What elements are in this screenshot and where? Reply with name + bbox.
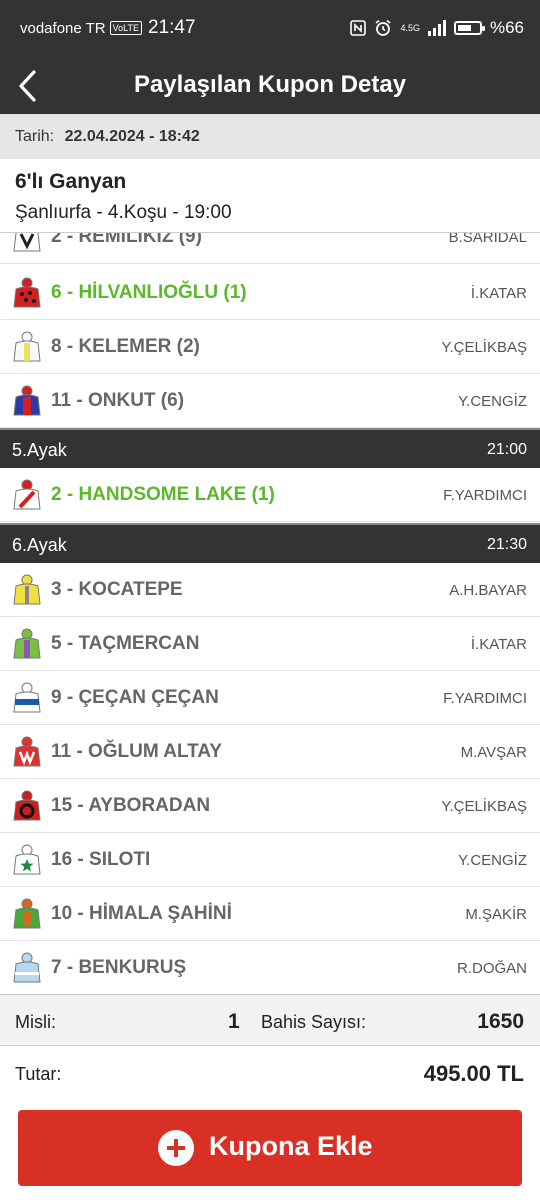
jockey-silk-icon	[13, 736, 41, 767]
horse-name: 8 - KELEMER (2)	[51, 336, 200, 357]
status-bar: vodafone TR VoLTE 21:47 4.5G %66	[0, 0, 540, 58]
date-value: 22.04.2024 - 18:42	[64, 128, 200, 145]
runner-row: 15 - AYBORADAN Y.ÇELİKBAŞ	[0, 779, 540, 833]
status-left: vodafone TR VoLTE 21:47	[20, 17, 196, 39]
coupon-summary: Misli: 1 Bahis Sayısı: 1650	[0, 994, 540, 1046]
volte-badge: VoLTE	[109, 21, 142, 35]
race-info: Şanlıurfa - 4.Koşu - 19:00	[15, 202, 232, 223]
jockey-name: İ.KATAR	[470, 285, 527, 302]
jockey-silk-icon	[13, 898, 41, 929]
total-row: Tutar: 495.00 TL	[0, 1046, 540, 1102]
runner-list[interactable]: 2 - REMILIKIZ (9) B.SARIDAL 6 - HİLVANLI…	[0, 232, 540, 994]
date-label: Tarih:	[15, 128, 55, 145]
bet-type: 6'lı Ganyan	[15, 170, 127, 193]
jockey-silk-icon	[13, 479, 41, 510]
signal-icon	[427, 20, 446, 36]
page-title: Paylaşılan Kupon Detay	[133, 71, 407, 98]
horse-name: 7 - BENKURUŞ	[51, 957, 187, 978]
horse-name: 2 - REMILIKIZ (9)	[51, 232, 202, 247]
jockey-silk-icon	[13, 628, 41, 659]
misli-label: Misli:	[15, 1012, 56, 1032]
jockey-silk-icon	[13, 277, 41, 308]
runner-row: 2 - REMILIKIZ (9) B.SARIDAL	[0, 232, 540, 264]
runner-row: 7 - BENKURUŞ R.DOĞAN	[0, 941, 540, 994]
add-to-coupon-button[interactable]: Kupona Ekle	[18, 1110, 522, 1186]
leg-time: 21:00	[486, 441, 527, 458]
add-to-coupon-label: Kupona Ekle	[209, 1131, 373, 1161]
jockey-silk-icon	[13, 385, 41, 416]
horse-name: 5 - TAÇMERCAN	[51, 633, 200, 654]
carrier-name: vodafone TR	[20, 19, 106, 37]
runner-row: 8 - KELEMER (2) Y.ÇELİKBAŞ	[0, 320, 540, 374]
battery-fill	[457, 25, 471, 31]
runner-row: 11 - OĞLUM ALTAY M.AVŞAR	[0, 725, 540, 779]
jockey-silk-icon	[13, 844, 41, 875]
bet-count-value: 1650	[477, 1010, 524, 1033]
jockey-silk-icon	[13, 331, 41, 362]
jockey-name: Y.ÇELİKBAŞ	[441, 339, 527, 356]
bet-count-label: Bahis Sayısı:	[261, 1012, 367, 1032]
battery-percent: %66	[489, 18, 524, 37]
status-clock: 21:47	[147, 17, 196, 38]
horse-name: 3 - KOCATEPE	[51, 579, 183, 600]
battery-icon	[453, 21, 485, 35]
jockey-name: M.AVŞAR	[460, 744, 527, 761]
jockey-name: F.YARDIMCI	[443, 487, 527, 504]
runner-row: 5 - TAÇMERCAN İ.KATAR	[0, 617, 540, 671]
total-value: 495.00 TL	[423, 1061, 524, 1086]
leg-name: 6.Ayak	[12, 535, 67, 555]
leg-header-6: 6.Ayak 21:30	[0, 523, 540, 563]
coupon-date-row: Tarih: 22.04.2024 - 18:42	[0, 114, 540, 159]
runner-row: 16 - SILOTI Y.CENGİZ	[0, 833, 540, 887]
leg-header-5: 5.Ayak 21:00	[0, 428, 540, 468]
horse-name: 11 - OĞLUM ALTAY	[51, 741, 223, 762]
alarm-icon	[375, 19, 391, 36]
jockey-name: M.ŞAKİR	[465, 906, 527, 923]
runner-row: 9 - ÇEÇAN ÇEÇAN F.YARDIMCI	[0, 671, 540, 725]
network-type: 4.5G	[400, 22, 420, 33]
jockey-silk-icon	[13, 952, 41, 983]
jockey-name: A.H.BAYAR	[449, 582, 527, 599]
jockey-name: Y.CENGİZ	[458, 393, 527, 410]
jockey-silk-icon	[13, 574, 41, 605]
jockey-name: B.SARIDAL	[448, 232, 527, 246]
status-right: 4.5G %66	[350, 18, 524, 38]
jockey-silk-icon	[13, 682, 41, 713]
jockey-silk-icon	[13, 233, 41, 252]
horse-name: 6 - HİLVANLIOĞLU (1)	[51, 282, 247, 303]
horse-name: 16 - SILOTI	[51, 849, 151, 870]
leg-name: 5.Ayak	[12, 440, 67, 460]
jockey-name: R.DOĞAN	[456, 960, 527, 977]
misli-value: 1	[228, 1010, 240, 1033]
jockey-silk-icon	[13, 790, 41, 821]
runner-row: 11 - ONKUT (6) Y.CENGİZ	[0, 374, 540, 428]
runner-row: 10 - HİMALA ŞAHİNİ M.ŞAKİR	[0, 887, 540, 941]
horse-name: 15 - AYBORADAN	[51, 795, 211, 816]
horse-name: 9 - ÇEÇAN ÇEÇAN	[51, 687, 219, 708]
plus-circle-icon	[158, 1130, 194, 1166]
jockey-name: İ.KATAR	[470, 636, 527, 653]
horse-name: 11 - ONKUT (6)	[51, 390, 185, 411]
horse-name: 2 - HANDSOME LAKE (1)	[51, 484, 275, 505]
total-label: Tutar:	[15, 1064, 62, 1084]
leg-time: 21:30	[486, 536, 527, 553]
runner-row: 6 - HİLVANLIOĞLU (1) İ.KATAR	[0, 266, 540, 320]
jockey-name: F.YARDIMCI	[443, 690, 527, 707]
bet-info: 6'lı Ganyan Şanlıurfa - 4.Koşu - 19:00	[0, 159, 540, 232]
horse-name: 10 - HİMALA ŞAHİNİ	[51, 903, 232, 924]
runner-row: 3 - KOCATEPE A.H.BAYAR	[0, 563, 540, 617]
runner-row: 2 - HANDSOME LAKE (1) F.YARDIMCI	[0, 468, 540, 522]
nfc-icon	[350, 20, 367, 36]
jockey-name: Y.ÇELİKBAŞ	[441, 798, 527, 815]
jockey-name: Y.CENGİZ	[458, 852, 527, 869]
app-header: Paylaşılan Kupon Detay	[0, 58, 540, 114]
